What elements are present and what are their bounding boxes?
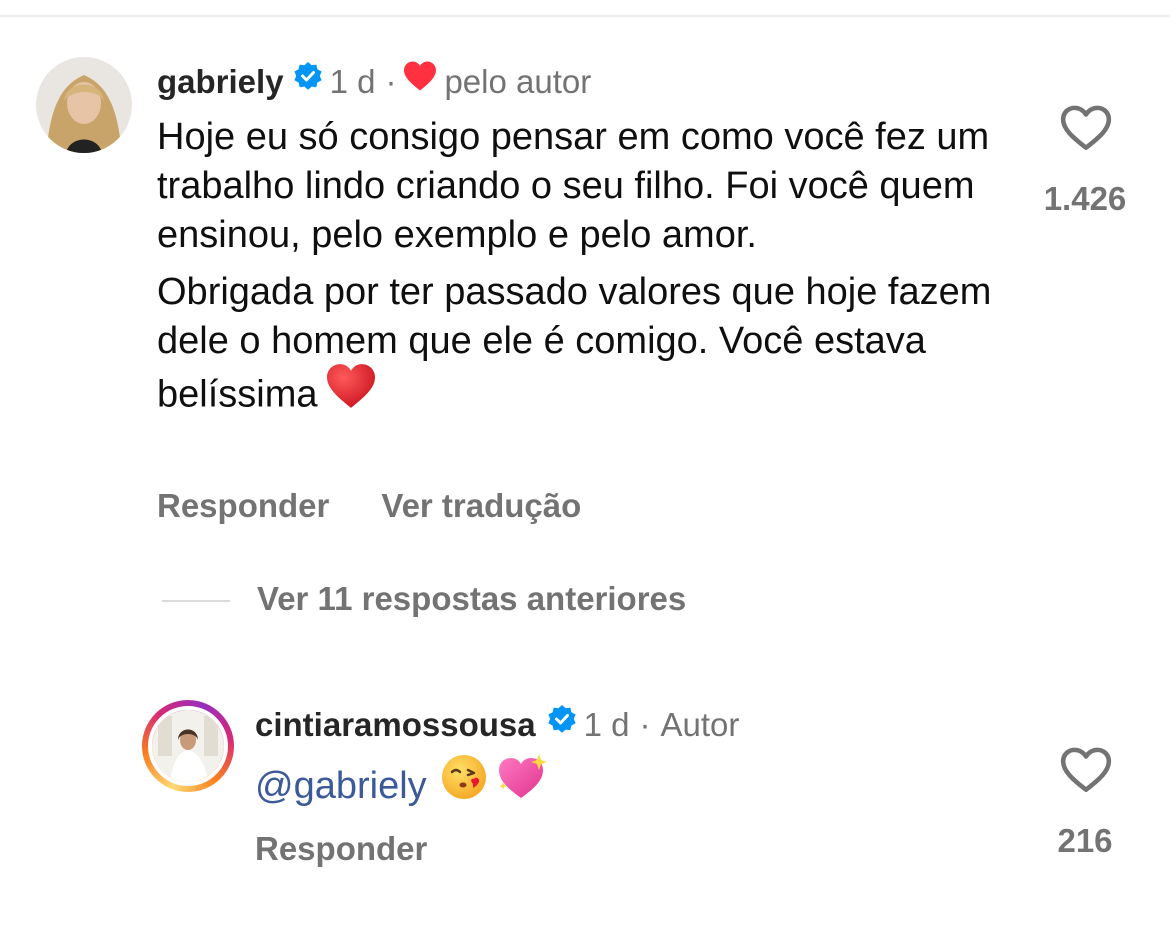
comment-paragraph: Hoje eu só consigo pensar em como você f…: [157, 116, 990, 256]
avatar-gabriely[interactable]: [36, 57, 132, 153]
replies-divider: [162, 600, 230, 602]
reply-button[interactable]: Responder: [157, 487, 329, 524]
username[interactable]: gabriely: [157, 63, 284, 100]
red-heart-emoji-icon: [324, 362, 378, 423]
author-label: Autor: [660, 706, 740, 743]
comment-header: cintiaramossousa 1 d · Autor: [255, 703, 739, 749]
mention-link[interactable]: @gabriely: [255, 765, 427, 807]
comment-actions: Responder Ver tradução: [157, 487, 581, 525]
face-blowing-kiss-emoji-icon: [439, 752, 489, 816]
comment-time: 1 d: [329, 63, 376, 100]
avatar-cintiaramossousa[interactable]: [148, 706, 228, 786]
comment-text: Hoje eu só consigo pensar em como você f…: [157, 113, 1017, 427]
verified-badge-icon: [292, 59, 324, 103]
separator-dot: ·: [639, 706, 651, 743]
verified-badge-icon: [546, 702, 578, 746]
separator-dot: ·: [385, 63, 397, 100]
comment-paragraph: Obrigada por ter passado valores que hoj…: [157, 268, 1017, 427]
see-translation-button[interactable]: Ver tradução: [381, 487, 581, 524]
view-previous-replies-button[interactable]: Ver 11 respostas anteriores: [257, 580, 686, 618]
like-count: 216: [1057, 822, 1113, 859]
comment-time: 1 d: [583, 706, 630, 743]
username[interactable]: cintiaramossousa: [255, 706, 536, 743]
like-count: 1.426: [1043, 180, 1127, 217]
top-divider: [0, 15, 1170, 17]
comment-header: gabriely 1 d · pelo autor: [157, 60, 591, 106]
reply-button[interactable]: Responder: [255, 830, 427, 868]
comment-text: @gabriely: [255, 754, 551, 820]
like-button-heart-icon[interactable]: [1059, 745, 1113, 795]
liked-by-author-label: pelo autor: [444, 63, 592, 100]
like-button-heart-icon[interactable]: [1059, 103, 1113, 153]
author-liked-heart-icon: [402, 59, 438, 103]
sparkling-heart-emoji-icon: [495, 752, 551, 816]
